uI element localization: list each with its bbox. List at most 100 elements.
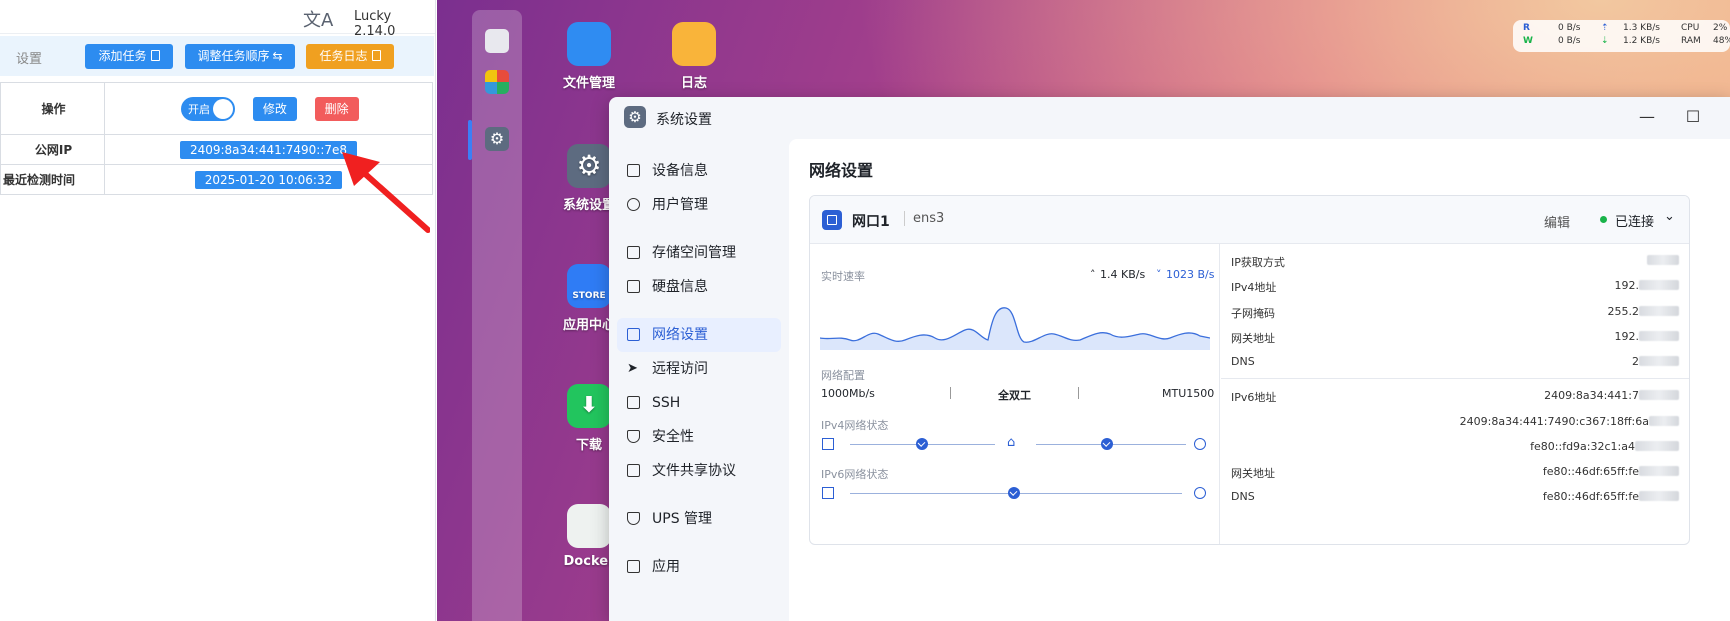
sidebar-item-file-sharing[interactable]: 文件共享协议 bbox=[617, 454, 781, 488]
sidebar-item-users[interactable]: 用户管理 bbox=[617, 188, 781, 222]
task-log-button[interactable]: 任务日志 bbox=[306, 44, 394, 69]
divider bbox=[950, 387, 951, 399]
duplex-mode: 全双工 bbox=[998, 389, 1031, 402]
sidebar-item-apps[interactable]: 应用 bbox=[617, 550, 781, 584]
network-icon bbox=[627, 328, 640, 341]
gear-icon: ⚙ bbox=[567, 144, 611, 188]
terminal-icon bbox=[627, 396, 640, 409]
maximize-icon[interactable]: ☐ bbox=[1683, 107, 1703, 126]
sidebar-item-device-info[interactable]: 设备信息 bbox=[617, 154, 781, 188]
port-realtime-panel: 实时速率 ˄ 1.4 KB/s ˅ 1023 B/s 网络配置 1000Mb/s… bbox=[810, 244, 1220, 544]
port-name: 网口1 bbox=[852, 214, 890, 230]
mask-key: 子网掩码 bbox=[1231, 307, 1275, 320]
sidebar-item-label: SSH bbox=[652, 395, 681, 411]
sidebar-item-label: UPS 管理 bbox=[652, 511, 713, 527]
log-icon bbox=[672, 22, 716, 66]
operation-cell: 开启 修改 删除 bbox=[104, 82, 433, 135]
ip-method-value bbox=[1647, 254, 1679, 267]
sidebar-item-ups[interactable]: UPS 管理 bbox=[617, 502, 781, 536]
edit-port-button[interactable]: 编辑 bbox=[1544, 212, 1570, 231]
cpu-value: 2% bbox=[1713, 23, 1728, 33]
sidebar-item-ssh[interactable]: SSH bbox=[617, 386, 781, 420]
device-icon bbox=[627, 164, 640, 177]
globe-icon bbox=[1194, 438, 1206, 450]
disk-icon bbox=[627, 280, 640, 293]
redacted-value bbox=[1639, 331, 1679, 341]
apps-grid-icon[interactable] bbox=[485, 70, 509, 94]
redacted-value bbox=[1639, 390, 1679, 400]
sidebar-item-disks[interactable]: 硬盘信息 bbox=[617, 270, 781, 304]
ipv4-value-text: 192. bbox=[1614, 279, 1640, 292]
port-interface: ens3 bbox=[904, 211, 944, 226]
settings-label[interactable]: 设置 bbox=[16, 48, 42, 67]
red-arrow-annotation bbox=[342, 152, 430, 233]
monitor-icon[interactable] bbox=[485, 29, 509, 53]
sidebar-item-storage[interactable]: 存储空间管理 bbox=[617, 236, 781, 270]
settings-sidebar: 设备信息 用户管理 存储空间管理 硬盘信息 网络设置 ➤ 远程访问 SSH 安全性… bbox=[609, 139, 789, 621]
upload-speed: 1.4 KB/s bbox=[1100, 268, 1146, 281]
divider bbox=[1078, 387, 1079, 399]
user-icon bbox=[627, 198, 640, 211]
delete-button[interactable]: 删除 bbox=[314, 96, 359, 121]
ram-value: 48% bbox=[1713, 36, 1730, 46]
sidebar-item-security[interactable]: 安全性 bbox=[617, 420, 781, 454]
app-label: 文件管理 bbox=[562, 76, 615, 91]
ipv4-key: IPv4地址 bbox=[1231, 281, 1277, 294]
lucky-topbar: 文A Lucky 2.14.0 bbox=[0, 0, 435, 39]
file-icon bbox=[627, 464, 640, 477]
last-check-key: 最近检测时间 bbox=[0, 164, 105, 195]
port-card-header[interactable]: 网口1 ens3 编辑 已连接 ⌄ bbox=[810, 196, 1689, 244]
minimize-icon[interactable]: — bbox=[1637, 107, 1657, 126]
document-icon bbox=[371, 50, 381, 61]
write-rate: 0 B/s bbox=[1558, 36, 1581, 46]
settings-gear-icon[interactable]: ⚙ bbox=[485, 127, 509, 151]
app-label: Docker bbox=[563, 554, 615, 569]
link-speed: 1000Mb/s bbox=[821, 387, 875, 400]
connected-status-dot bbox=[1600, 216, 1607, 223]
cpu-label: CPU bbox=[1681, 23, 1700, 33]
sidebar-item-label: 存储空间管理 bbox=[652, 245, 736, 261]
chevron-down-icon[interactable]: ⌄ bbox=[1664, 209, 1675, 224]
ram-label: RAM bbox=[1681, 36, 1701, 46]
app-file-manager[interactable]: 文件管理 bbox=[544, 22, 634, 91]
ipv4-value: 192. bbox=[1614, 279, 1679, 292]
document-icon bbox=[150, 50, 160, 61]
sidebar-item-label: 用户管理 bbox=[652, 197, 708, 213]
download-icon: ⬇ bbox=[567, 384, 611, 428]
sidebar-item-label: 设备信息 bbox=[652, 163, 708, 179]
ipv6-value-text: 2409:8a34:441:7 bbox=[1544, 389, 1639, 402]
gateway-value-text: 192. bbox=[1614, 330, 1640, 343]
network-settings-pane: 网络设置 网口1 ens3 编辑 已连接 ⌄ 实时速率 ˄ 1.4 KB/s ˅… bbox=[789, 139, 1730, 621]
dns-key: DNS bbox=[1231, 355, 1255, 368]
sidebar-item-network[interactable]: 网络设置 bbox=[617, 318, 781, 352]
store-icon: STORE bbox=[567, 264, 611, 308]
upload-arrow-icon: ⇡ bbox=[1601, 23, 1609, 33]
translate-icon[interactable]: 文A bbox=[303, 6, 333, 32]
speed-area bbox=[820, 307, 1210, 350]
ipv6-dns-value: fe80::46df:65ff:fe bbox=[1543, 490, 1679, 503]
toggle-knob bbox=[213, 98, 233, 119]
edit-button[interactable]: 修改 bbox=[252, 96, 297, 121]
check-circle-icon bbox=[1008, 487, 1020, 499]
table-row: 操作 开启 修改 删除 bbox=[0, 82, 433, 135]
lucky-toolbar: 设置 添加任务 调整任务顺序 ⇆ 任务日志 bbox=[0, 36, 434, 76]
add-task-button[interactable]: 添加任务 bbox=[85, 44, 173, 69]
add-task-label: 添加任务 bbox=[98, 49, 147, 63]
page-title: 网络设置 bbox=[809, 161, 874, 180]
enable-toggle[interactable]: 开启 bbox=[181, 96, 235, 121]
redacted-value bbox=[1647, 255, 1679, 265]
connection-status: 已连接 bbox=[1615, 215, 1655, 230]
dock-active-indicator bbox=[468, 120, 472, 160]
redacted-value bbox=[1635, 441, 1679, 451]
task-log-label: 任务日志 bbox=[319, 49, 368, 63]
window-titlebar[interactable]: ⚙ 系统设置 — ☐ ✕ bbox=[609, 97, 1730, 139]
system-settings-window: ⚙ 系统设置 — ☐ ✕ 设备信息 用户管理 存储空间管理 硬盘信息 网络设置 … bbox=[609, 97, 1730, 621]
reorder-tasks-button[interactable]: 调整任务顺序 ⇆ bbox=[185, 44, 295, 69]
app-label: 日志 bbox=[680, 76, 707, 91]
dns-value: 2 bbox=[1632, 355, 1679, 368]
port-address-panel: IP获取方式 IPv4地址 192. 子网掩码 255.2 网关地址 192. … bbox=[1221, 244, 1689, 544]
last-check-value: 2025-01-20 10:06:32 bbox=[194, 170, 343, 189]
app-logs[interactable]: 日志 bbox=[649, 22, 739, 91]
ipv6-value-1: 2409:8a34:441:7 bbox=[1544, 389, 1679, 402]
sidebar-item-remote-access[interactable]: ➤ 远程访问 bbox=[617, 352, 781, 386]
